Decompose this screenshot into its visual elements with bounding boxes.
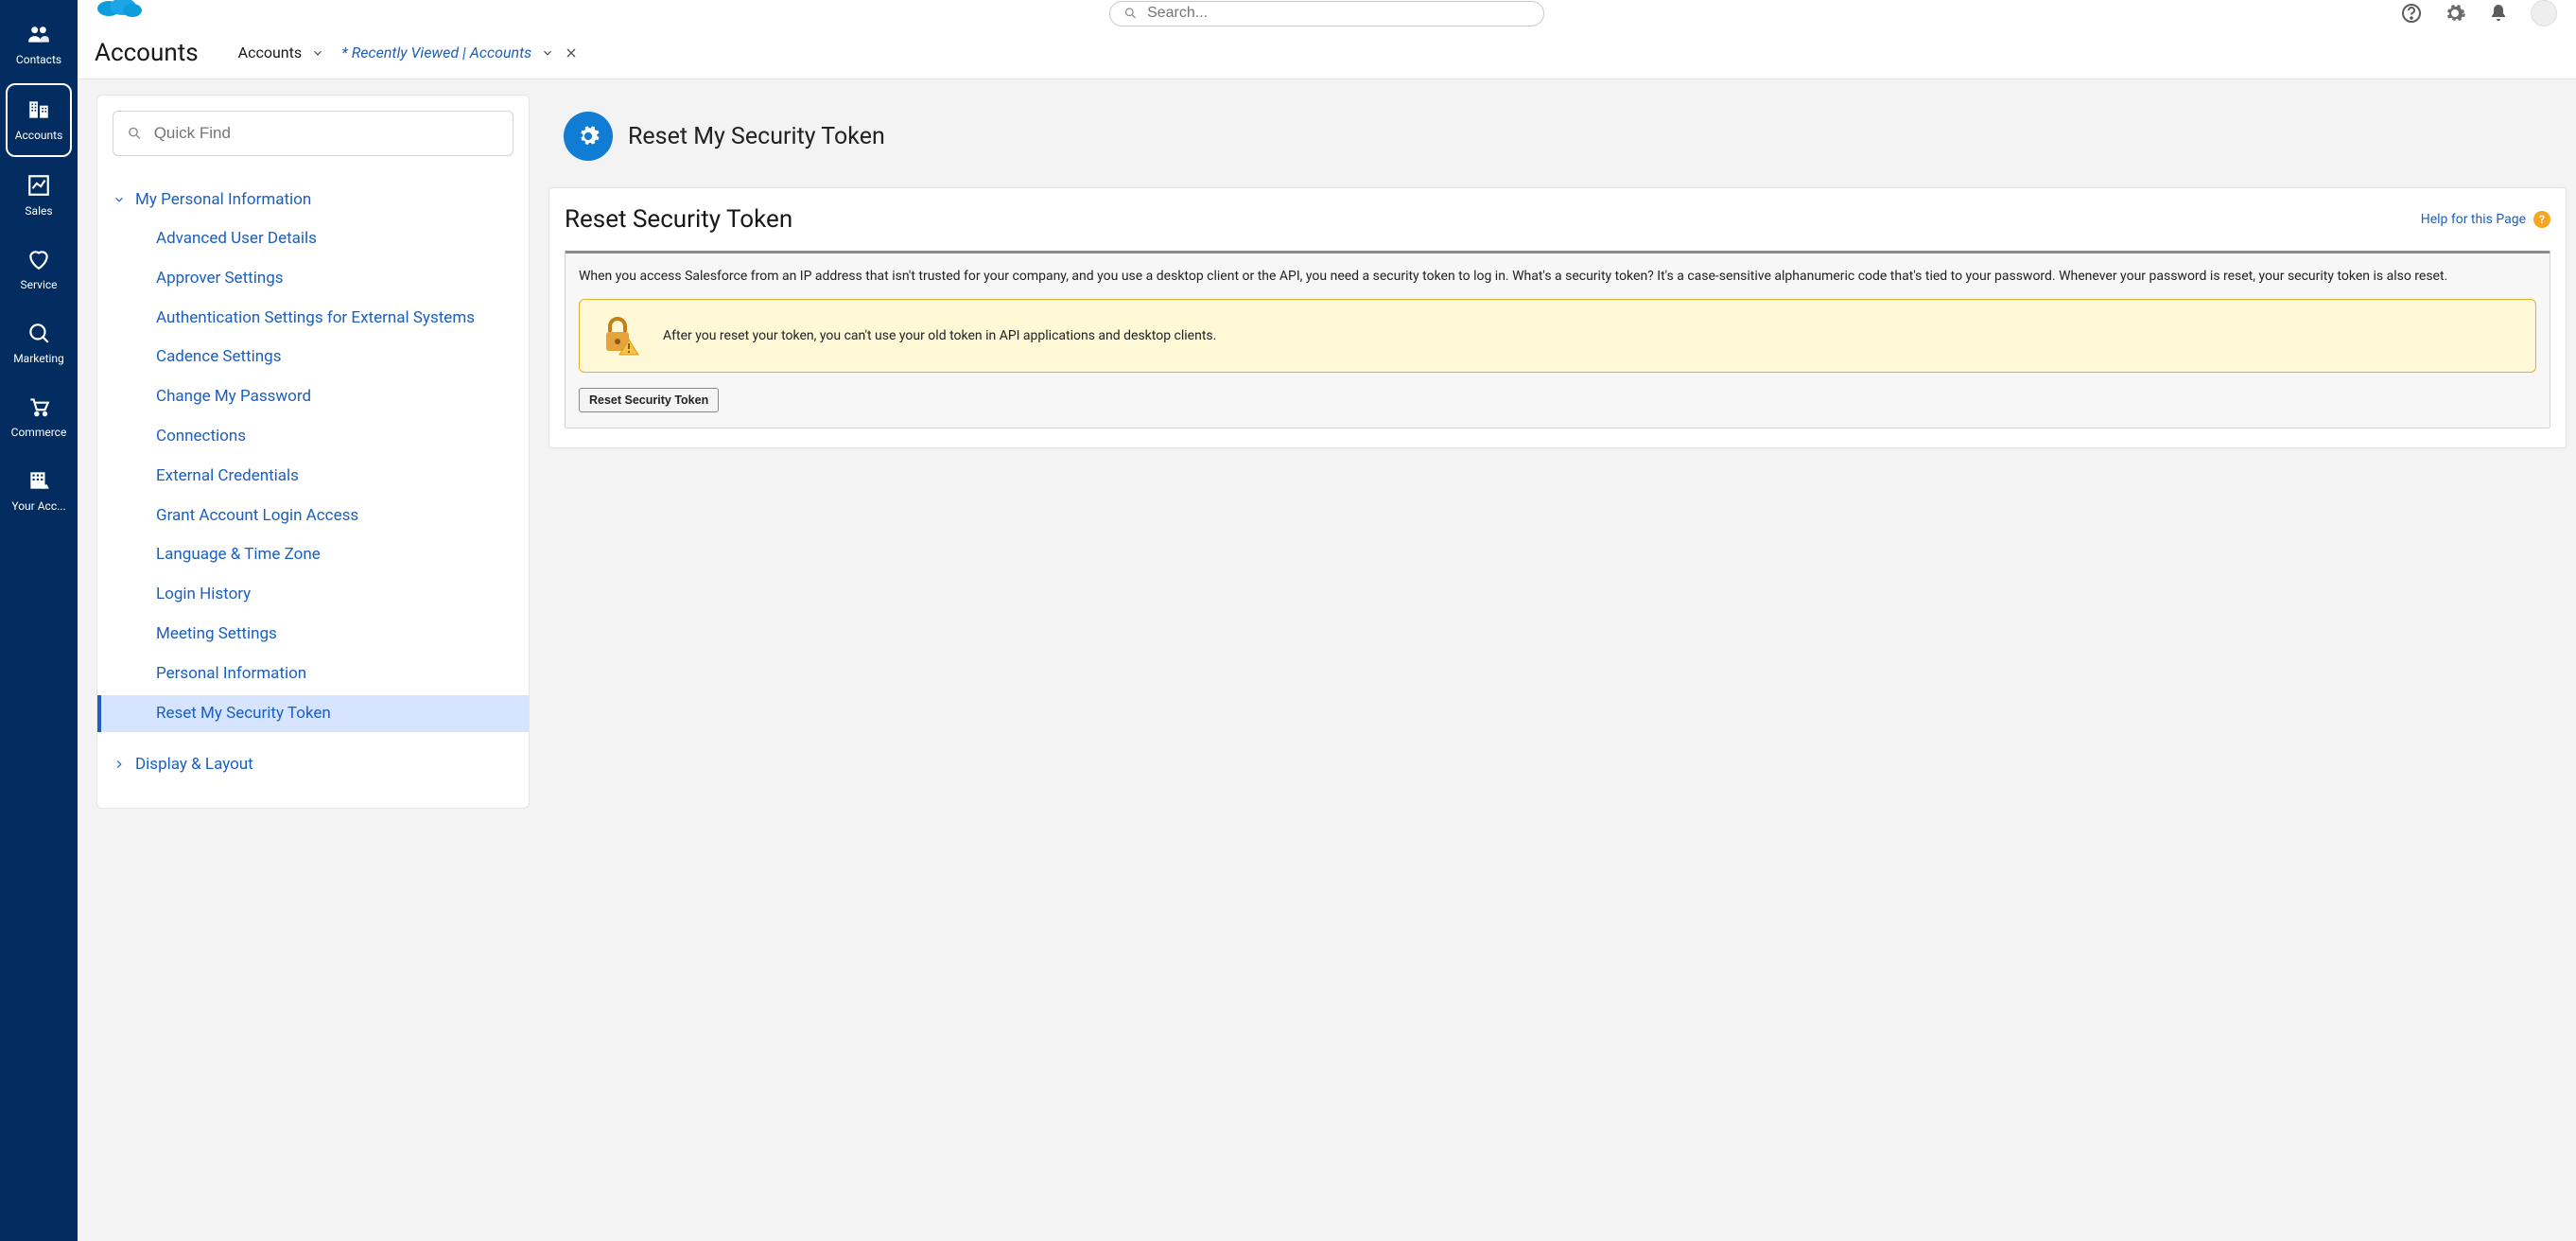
vertical-nav: Contacts Accounts Sales Service Marketin… (0, 0, 78, 1241)
service-icon (26, 246, 52, 272)
setup-tree-panel: My Personal Information Advanced User De… (96, 95, 530, 809)
marketing-icon (26, 320, 52, 346)
your-account-icon (26, 467, 52, 494)
help-icon: ? (2533, 211, 2550, 228)
commerce-icon (26, 393, 52, 420)
card-title: Reset Security Token (565, 205, 792, 234)
vnav-commerce[interactable]: Commerce (6, 382, 72, 452)
tree-item-grant-login-access[interactable]: Grant Account Login Access (97, 498, 529, 535)
object-nav: Accounts Accounts * Recently Viewed | Ac… (78, 26, 2576, 79)
tree-item-advanced-user-details[interactable]: Advanced User Details (97, 220, 529, 258)
warning-text: After you reset your token, you can't us… (663, 328, 1216, 343)
tree-item-auth-external-systems[interactable]: Authentication Settings for External Sys… (97, 300, 529, 338)
contacts-icon (26, 21, 52, 47)
tree-item-personal-information[interactable]: Personal Information (97, 655, 529, 693)
user-avatar[interactable] (2531, 0, 2557, 26)
vnav-label: Commerce (11, 426, 67, 439)
tree-section-label: My Personal Information (135, 190, 311, 209)
tree-section-label: Display & Layout (135, 755, 253, 774)
chevron-down-icon (311, 46, 324, 60)
notifications-icon[interactable] (2487, 2, 2510, 25)
reset-token-card: Reset Security Token Help for this Page … (548, 187, 2567, 448)
description-text: When you access Salesforce from an IP ad… (579, 267, 2536, 286)
tree-item-login-history[interactable]: Login History (97, 576, 529, 614)
nav-recent-view[interactable]: * Recently Viewed | Accounts (341, 44, 579, 61)
detail-area: Reset My Security Token Reset Security T… (548, 95, 2567, 448)
quick-find[interactable] (113, 111, 513, 156)
search-icon (127, 125, 143, 142)
inner-box: When you access Salesforce from an IP ad… (565, 251, 2550, 428)
tree-item-reset-security-token[interactable]: Reset My Security Token (97, 695, 529, 733)
tree-section-display-layout[interactable]: Display & Layout (97, 745, 529, 783)
page-title: Reset My Security Token (628, 123, 885, 150)
gear-icon (575, 123, 601, 149)
salesforce-logo (95, 0, 146, 26)
vnav-label: Marketing (13, 352, 64, 365)
tree-item-external-credentials[interactable]: External Credentials (97, 458, 529, 496)
vnav-contacts[interactable]: Contacts (6, 9, 72, 79)
vnav-label: Your Acc... (11, 499, 65, 513)
vnav-your-account[interactable]: Your Acc... (6, 456, 72, 526)
global-search[interactable] (1109, 1, 1544, 26)
vnav-accounts[interactable]: Accounts (6, 83, 72, 157)
vnav-label: Sales (25, 204, 52, 218)
vnav-label: Service (20, 278, 57, 291)
quick-find-input[interactable] (154, 124, 499, 143)
search-icon (1123, 6, 1138, 21)
tree-item-change-password[interactable]: Change My Password (97, 378, 529, 416)
page-icon (564, 112, 613, 161)
chevron-down-icon (541, 46, 554, 60)
topbar (78, 0, 2576, 26)
tree-item-approver-settings[interactable]: Approver Settings (97, 260, 529, 298)
help-label: Help for this Page (2421, 212, 2526, 227)
tree-item-cadence-settings[interactable]: Cadence Settings (97, 339, 529, 376)
close-tab-icon[interactable] (564, 45, 579, 61)
object-title: Accounts (95, 39, 199, 67)
setup-gear-icon[interactable] (2444, 2, 2466, 25)
vnav-marketing[interactable]: Marketing (6, 308, 72, 378)
reset-security-token-button[interactable]: Reset Security Token (579, 388, 719, 412)
vnav-sales[interactable]: Sales (6, 161, 72, 231)
chevron-right-icon (113, 758, 126, 771)
tree-section-personal-info[interactable]: My Personal Information (97, 181, 529, 218)
vnav-label: Contacts (16, 53, 61, 66)
tree-item-connections[interactable]: Connections (97, 418, 529, 456)
vnav-service[interactable]: Service (6, 235, 72, 305)
nav-accounts[interactable]: Accounts (238, 44, 324, 61)
chevron-down-icon (113, 193, 126, 206)
vnav-label: Accounts (15, 129, 63, 142)
lock-warning-icon (597, 313, 642, 358)
tree-item-meeting-settings[interactable]: Meeting Settings (97, 616, 529, 654)
warning-box: After you reset your token, you can't us… (579, 299, 2536, 373)
accounts-icon (26, 96, 52, 123)
sales-icon (26, 172, 52, 199)
nav-accounts-label: Accounts (238, 44, 302, 61)
help-icon[interactable] (2400, 2, 2423, 25)
tree-item-language-timezone[interactable]: Language & Time Zone (97, 536, 529, 574)
search-input[interactable] (1147, 5, 1530, 22)
nav-recent-view-label: * Recently Viewed | Accounts (341, 44, 531, 61)
help-for-page[interactable]: Help for this Page ? (2421, 211, 2550, 228)
